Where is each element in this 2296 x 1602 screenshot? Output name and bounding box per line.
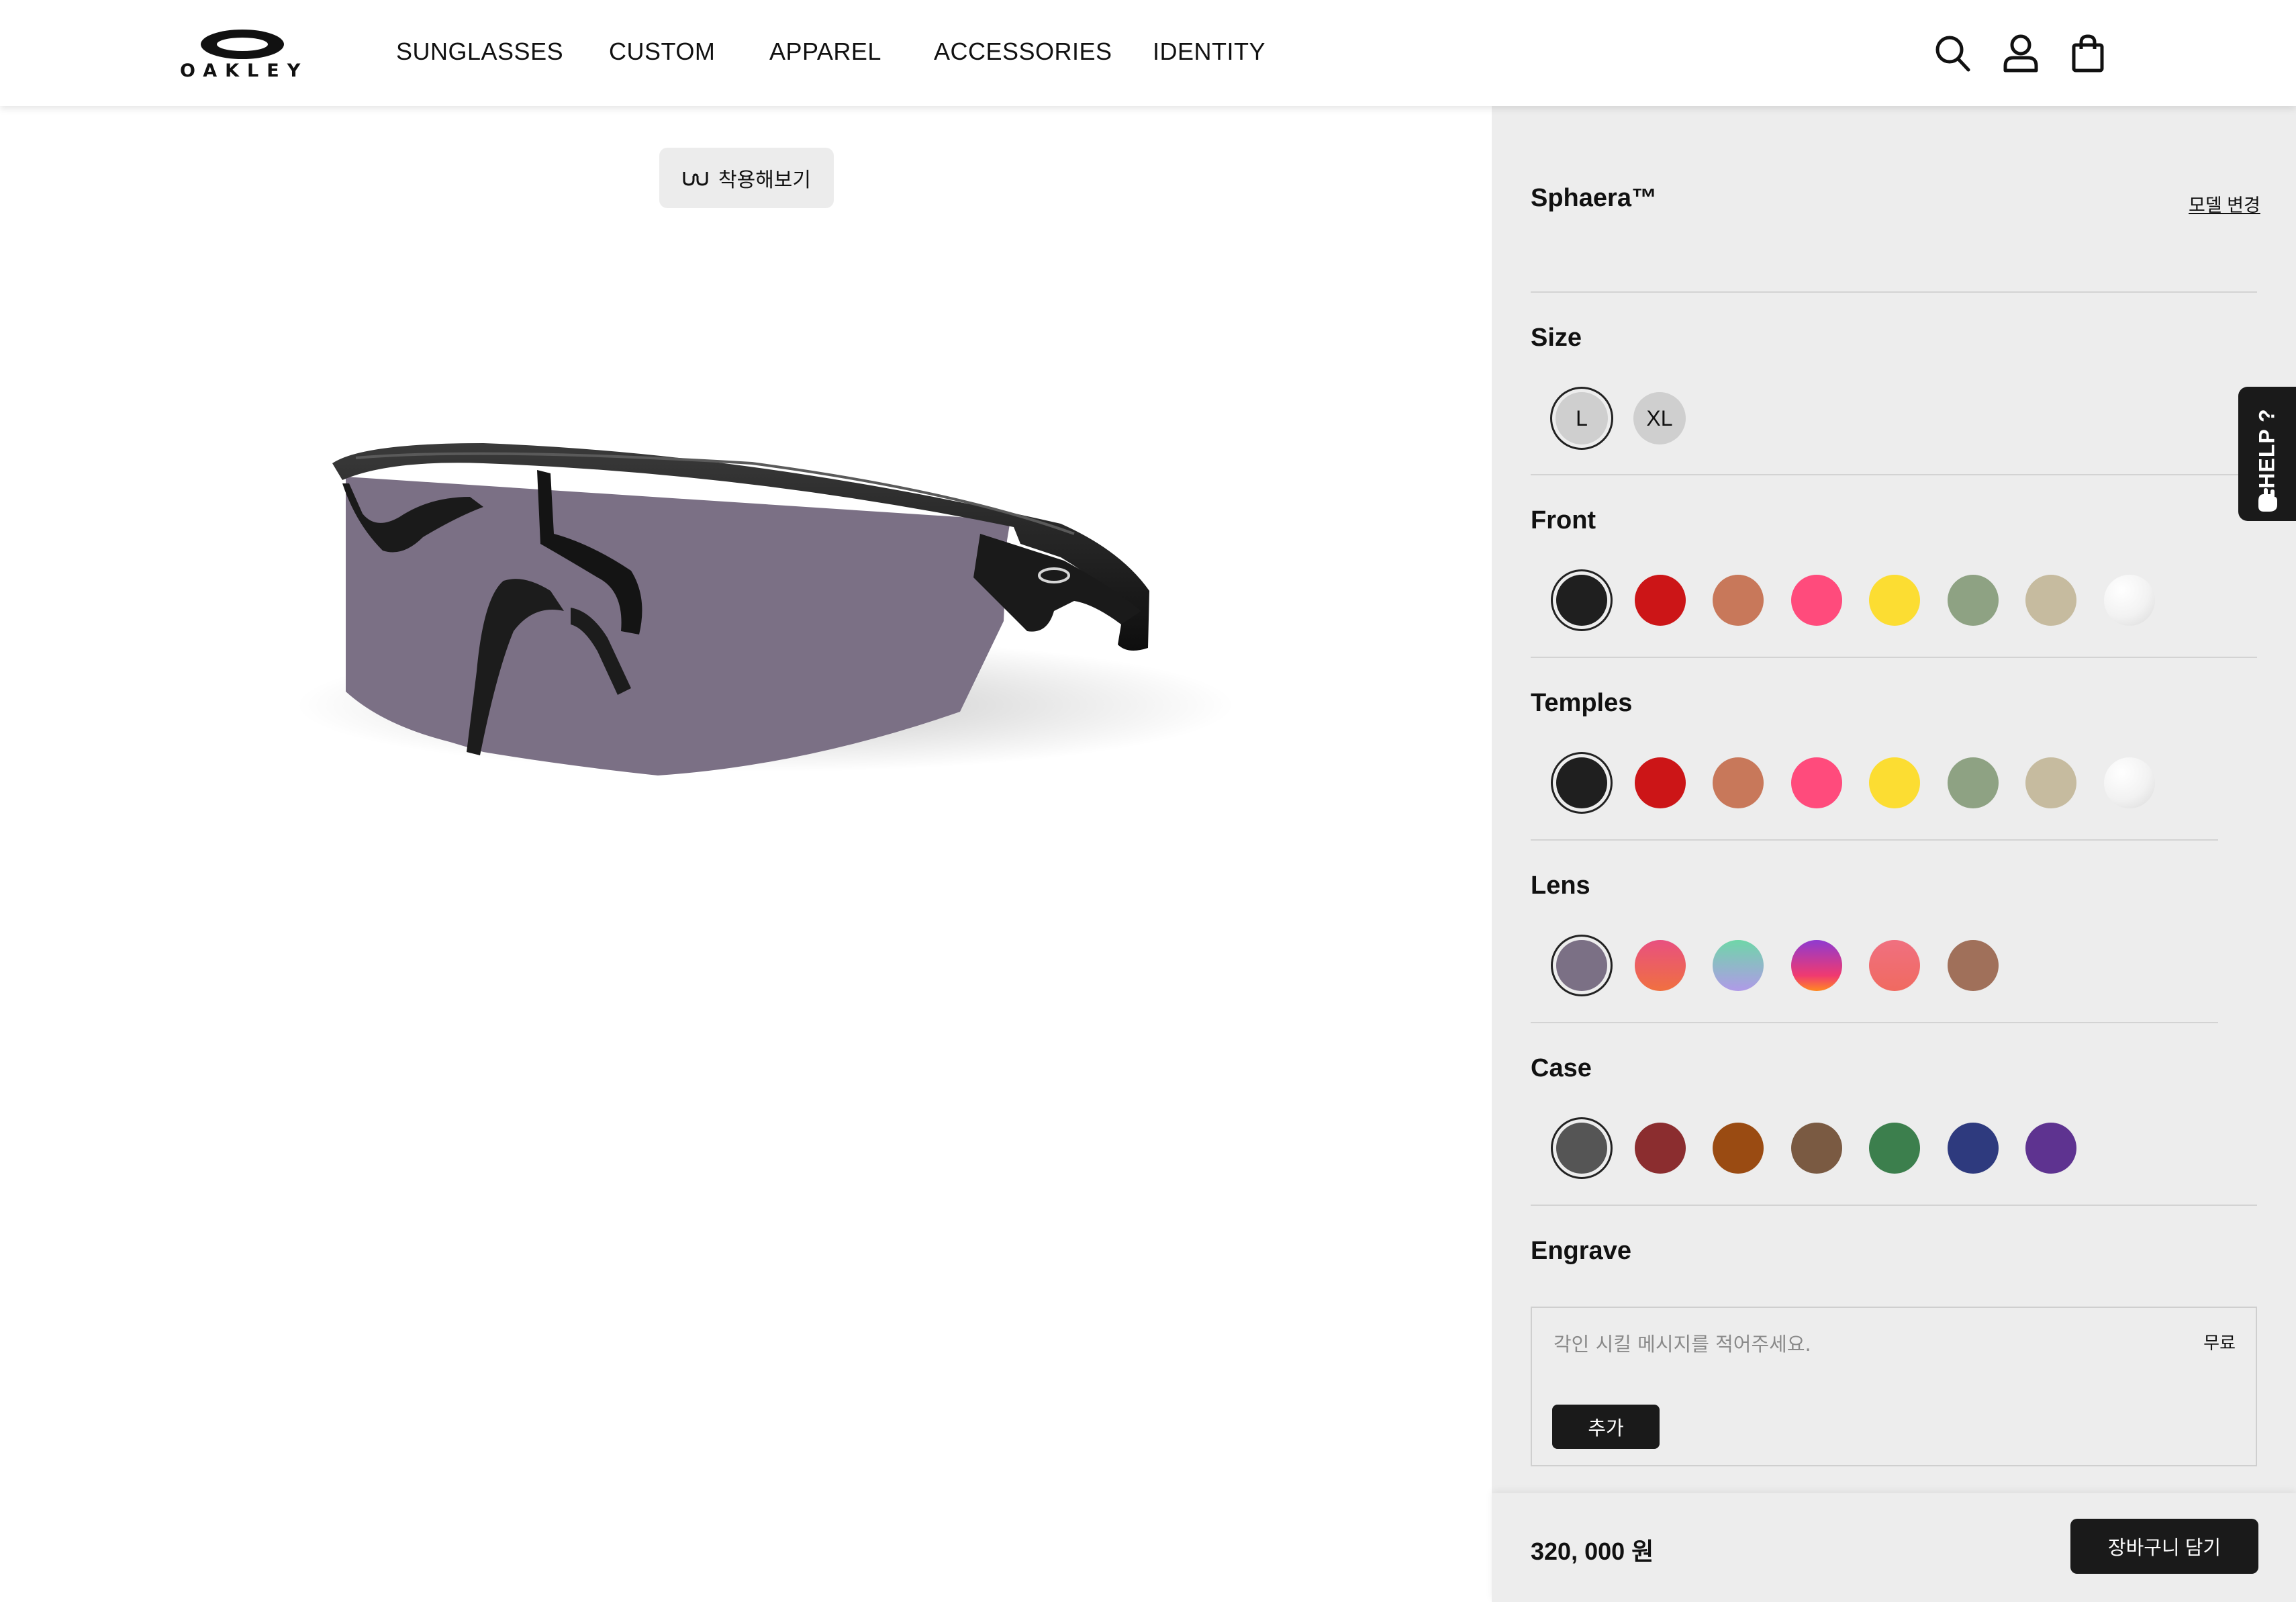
help-tab[interactable]: HELP ?	[2238, 387, 2296, 521]
divider	[1531, 1022, 2218, 1023]
help-label: HELP ?	[2254, 408, 2279, 489]
sunglasses-illustration	[295, 443, 1235, 775]
case-title: Case	[1531, 1054, 1592, 1082]
size-title: Size	[1531, 324, 1582, 352]
site-header: OAKLEY SUNGLASSES CUSTOM APPAREL ACCESSO…	[0, 0, 2296, 106]
case-color-swatch[interactable]	[1869, 1123, 1920, 1174]
engrave-add-button[interactable]: 추가	[1552, 1405, 1660, 1449]
front-color-swatch[interactable]	[1869, 575, 1920, 626]
glasses-icon	[683, 172, 708, 186]
change-model-link[interactable]: 모델 변경	[2189, 191, 2260, 217]
case-color-swatch[interactable]	[1790, 1123, 1842, 1174]
hand-icon	[2258, 488, 2277, 512]
model-name: Sphaera™	[1531, 184, 1657, 212]
front-color-swatch[interactable]	[1790, 575, 1842, 626]
oakley-ellipse-icon	[201, 30, 284, 59]
case-color-swatch[interactable]	[1634, 1123, 1686, 1174]
temples-color-swatch[interactable]	[2025, 757, 2076, 808]
temples-color-swatch[interactable]	[1790, 757, 1842, 808]
lens-color-swatch[interactable]	[1869, 940, 1920, 991]
case-color-swatch[interactable]	[2025, 1123, 2076, 1174]
lens-color-swatch[interactable]	[1790, 940, 1842, 991]
nav-identity[interactable]: IDENTITY	[1153, 38, 1265, 66]
engrave-box: 무료 추가	[1531, 1307, 2257, 1466]
front-color-swatch[interactable]	[1556, 575, 1607, 626]
lens-color-swatch[interactable]	[1556, 940, 1607, 991]
lens-color-swatch[interactable]	[1947, 940, 1999, 991]
temples-title: Temples	[1531, 689, 1633, 717]
lens-color-swatch[interactable]	[1634, 940, 1686, 991]
temples-color-swatch[interactable]	[1947, 757, 1999, 808]
front-color-swatch[interactable]	[1634, 575, 1686, 626]
price-footer: 320, 000 원 장바구니 담기	[1492, 1493, 2296, 1602]
engrave-title: Engrave	[1531, 1237, 1631, 1265]
product-image	[282, 389, 1276, 826]
engrave-price-label: 무료	[2203, 1333, 2236, 1353]
try-on-label: 착용해보기	[718, 169, 811, 191]
lens-color-swatch[interactable]	[1713, 940, 1764, 991]
divider	[1531, 291, 2257, 293]
bag-icon[interactable]	[2069, 34, 2107, 73]
search-icon[interactable]	[1933, 34, 1971, 73]
lens-title: Lens	[1531, 871, 1590, 900]
add-to-cart-button[interactable]: 장바구니 담기	[2070, 1519, 2258, 1574]
divider	[1531, 1205, 2257, 1206]
front-color-swatch[interactable]	[1947, 575, 1999, 626]
temples-color-swatch[interactable]	[1634, 757, 1686, 808]
size-option-l[interactable]: L	[1556, 392, 1608, 444]
nav-apparel[interactable]: APPAREL	[769, 38, 881, 66]
nav-accessories[interactable]: ACCESSORIES	[934, 38, 1112, 66]
case-color-swatch[interactable]	[1713, 1123, 1764, 1174]
engrave-input[interactable]	[1552, 1327, 2146, 1362]
temples-color-swatch[interactable]	[1713, 757, 1764, 808]
oakley-logo[interactable]: OAKLEY	[180, 28, 305, 82]
case-color-swatch[interactable]	[1947, 1123, 1999, 1174]
front-color-swatch[interactable]	[2025, 575, 2076, 626]
try-on-button[interactable]: 착용해보기	[659, 148, 834, 208]
nav-custom[interactable]: CUSTOM	[609, 38, 715, 66]
temples-color-swatch[interactable]	[2103, 757, 2155, 808]
nav-sunglasses[interactable]: SUNGLASSES	[396, 38, 563, 66]
configurator-panel: Sphaera™ 모델 변경 Size L XL Front Temples L…	[1492, 106, 2296, 1602]
temples-color-swatch[interactable]	[1869, 757, 1920, 808]
price: 320, 000 원	[1531, 1538, 1654, 1565]
temples-color-swatch[interactable]	[1556, 757, 1607, 808]
account-icon[interactable]	[2002, 34, 2040, 73]
front-color-swatch[interactable]	[2103, 575, 2155, 626]
divider	[1531, 839, 2218, 841]
size-option-xl[interactable]: XL	[1633, 392, 1686, 444]
logo-text: OAKLEY	[180, 60, 309, 81]
divider	[1531, 657, 2257, 658]
case-color-swatch[interactable]	[1556, 1123, 1607, 1174]
divider	[1531, 474, 2257, 475]
front-color-swatch[interactable]	[1713, 575, 1764, 626]
front-title: Front	[1531, 506, 1596, 534]
